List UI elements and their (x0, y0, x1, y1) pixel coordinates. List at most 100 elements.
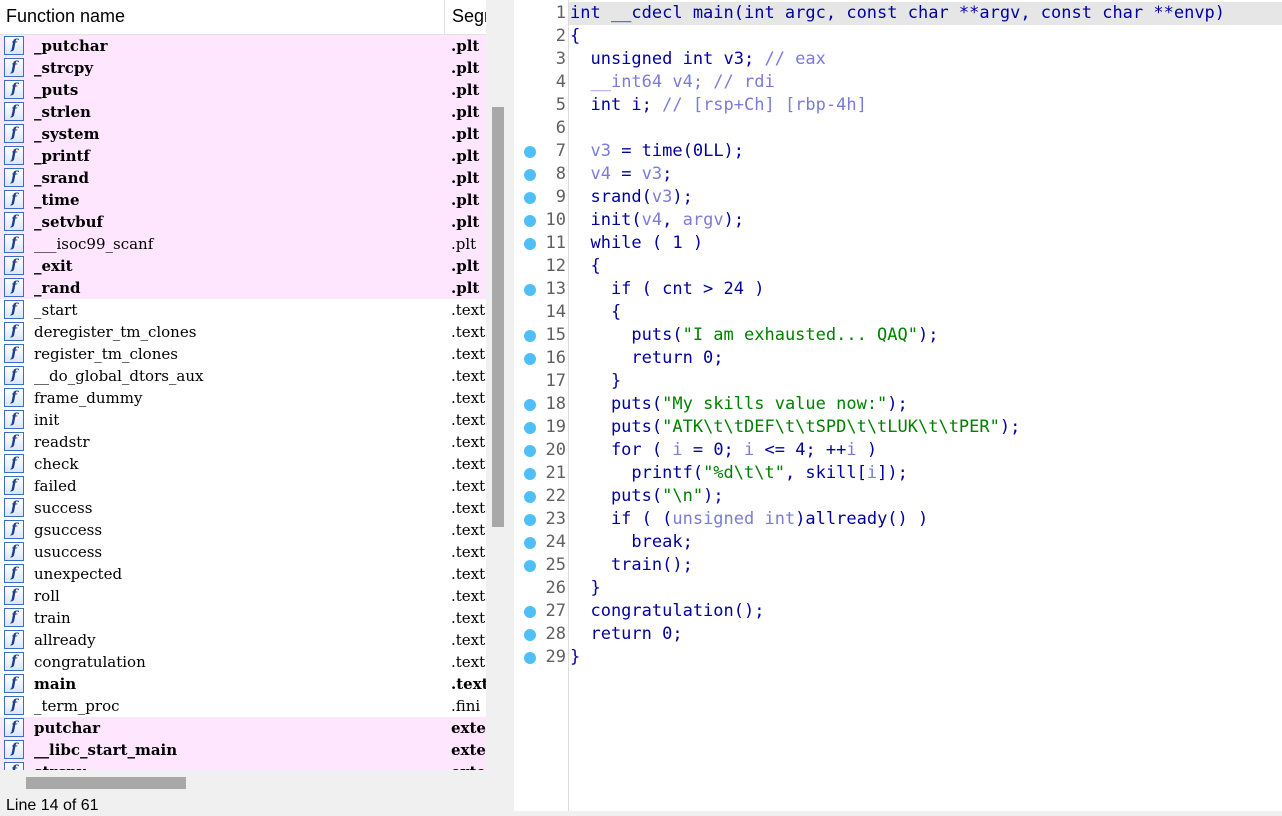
code-text: return 0; (570, 347, 723, 370)
code-line[interactable]: 6 (514, 117, 1282, 140)
function-segment: .text (451, 367, 486, 385)
code-line[interactable]: 29} (514, 646, 1282, 669)
function-row[interactable]: f putchar extern (0, 717, 486, 739)
function-name: init (34, 411, 60, 429)
function-row[interactable]: f _putchar .plt (0, 35, 486, 57)
function-row[interactable]: f _system .plt (0, 123, 486, 145)
functions-vertical-scrollbar[interactable] (488, 35, 508, 770)
function-row[interactable]: f main .text (0, 673, 486, 695)
function-segment: .plt (451, 37, 480, 55)
line-number: 1 (555, 3, 566, 23)
function-row[interactable]: f gsuccess .text (0, 519, 486, 541)
function-row[interactable]: f failed .text (0, 475, 486, 497)
code-line[interactable]: 18 puts("My skills value now:"); (514, 393, 1282, 416)
function-segment: .text (451, 543, 486, 561)
code-line[interactable]: 22 puts("\n"); (514, 485, 1282, 508)
pseudocode-view[interactable]: 1 int __cdecl main(int argc, const char *… (514, 0, 1282, 811)
function-row[interactable]: f roll .text (0, 585, 486, 607)
code-token: = time(0LL); (610, 141, 745, 161)
function-icon: f (4, 674, 24, 693)
function-row[interactable]: f _srand .plt (0, 167, 486, 189)
line-number: 5 (555, 95, 566, 115)
function-row[interactable]: f __libc_start_main extern (0, 739, 486, 761)
function-row[interactable]: f unexpected .text (0, 563, 486, 585)
column-header-function-name[interactable]: Function name (6, 0, 445, 34)
code-line[interactable]: 5 int i; // [rsp+Ch] [rbp-4h] (514, 94, 1282, 117)
function-row[interactable]: f _setvbuf .plt (0, 211, 486, 233)
function-row[interactable]: f _exit .plt (0, 255, 486, 277)
code-line[interactable]: 20 for ( i = 0; i <= 4; ++i ) (514, 439, 1282, 462)
function-row[interactable]: f _puts .plt (0, 79, 486, 101)
function-row[interactable]: f _strcpy .plt (0, 57, 486, 79)
function-icon: f (4, 652, 24, 671)
function-segment: .plt (451, 213, 480, 231)
code-line[interactable]: 4 __int64 v4; // rdi (514, 71, 1282, 94)
code-text: } (570, 646, 580, 669)
functions-list[interactable]: f _putchar .plt f _strcpy .plt f _puts .plt f _str… (0, 35, 486, 770)
code-line[interactable]: 25 train(); (514, 554, 1282, 577)
code-line[interactable]: 7 v3 = time(0LL); (514, 140, 1282, 163)
function-row[interactable]: f check .text (0, 453, 486, 475)
function-icon: f (4, 36, 24, 55)
code-text: unsigned int v3; // eax (570, 48, 825, 71)
code-line[interactable]: 26 } (514, 577, 1282, 600)
function-icon: f (4, 234, 24, 253)
code-line[interactable]: 21 printf("%d\t\t", skill[i]); (514, 462, 1282, 485)
code-line[interactable]: 3 unsigned int v3; // eax (514, 48, 1282, 71)
code-text: puts("My skills value now:"); (570, 393, 908, 416)
code-text: train(); (570, 554, 693, 577)
function-row[interactable]: f congratulation .text (0, 651, 486, 673)
code-token: "%d\t\t" (703, 463, 785, 483)
code-line[interactable]: 10 init(v4, argv); (514, 209, 1282, 232)
code-line[interactable]: 8 v4 = v3; (514, 163, 1282, 186)
function-row[interactable]: f _strlen .plt (0, 101, 486, 123)
function-icon: f (4, 608, 24, 627)
code-line[interactable]: 19 puts("ATK\t\tDEF\t\tSPD\t\tLUK\t\tPER… (514, 416, 1282, 439)
function-row[interactable]: f deregister_tm_clones .text (0, 321, 486, 343)
functions-horizontal-scroll-thumb[interactable] (26, 777, 186, 789)
function-icon: f (4, 124, 24, 143)
function-row[interactable]: f ___isoc99_scanf .plt (0, 233, 486, 255)
function-row[interactable]: f allready .text (0, 629, 486, 651)
function-row[interactable]: f frame_dummy .text (0, 387, 486, 409)
function-row[interactable]: f usuccess .text (0, 541, 486, 563)
code-token: "I am exhausted... QAQ" (682, 325, 918, 345)
function-row[interactable]: f _start .text (0, 299, 486, 321)
line-number: 12 (545, 256, 566, 276)
code-token: while ( 1 ) (570, 233, 704, 253)
code-line[interactable]: 16 return 0; (514, 347, 1282, 370)
functions-vertical-scroll-thumb[interactable] (492, 107, 504, 527)
code-line[interactable]: 9 srand(v3); (514, 186, 1282, 209)
code-line[interactable]: 12 { (514, 255, 1282, 278)
code-line[interactable]: 1 int __cdecl main(int argc, const char *… (514, 2, 1282, 25)
function-segment: .text (451, 411, 486, 429)
code-line[interactable]: 23 if ( (unsigned int)allready() ) (514, 508, 1282, 531)
function-icon: f (4, 718, 24, 737)
column-header-segment[interactable]: Segment (452, 0, 486, 34)
code-token: ); (887, 394, 908, 414)
function-row[interactable]: f __do_global_dtors_aux .text (0, 365, 486, 387)
function-row[interactable]: f success .text (0, 497, 486, 519)
function-row[interactable]: f register_tm_clones .text (0, 343, 486, 365)
code-token: = 0; (682, 440, 745, 460)
code-line[interactable]: 15 puts("I am exhausted... QAQ"); (514, 324, 1282, 347)
code-line[interactable]: 24 break; (514, 531, 1282, 554)
functions-horizontal-scrollbar[interactable] (0, 771, 510, 795)
code-line[interactable]: 2{ (514, 25, 1282, 48)
code-line[interactable]: 27 congratulation(); (514, 600, 1282, 623)
line-number: 18 (545, 394, 566, 414)
code-line[interactable]: 14 { (514, 301, 1282, 324)
code-line[interactable]: 13 if ( cnt > 24 ) (514, 278, 1282, 301)
function-row[interactable]: f readstr .text (0, 431, 486, 453)
function-row[interactable]: f train .text (0, 607, 486, 629)
code-line[interactable]: 17 } (514, 370, 1282, 393)
function-row[interactable]: f _rand .plt (0, 277, 486, 299)
function-name: _time (34, 191, 80, 209)
code-line[interactable]: 28 return 0; (514, 623, 1282, 646)
function-row[interactable]: f _printf .plt (0, 145, 486, 167)
function-row[interactable]: f _time .plt (0, 189, 486, 211)
function-row[interactable]: f _term_proc .fini (0, 695, 486, 717)
function-row[interactable]: f init .text (0, 409, 486, 431)
function-row[interactable]: f strcpy extern (0, 761, 486, 770)
code-line[interactable]: 11 while ( 1 ) (514, 232, 1282, 255)
